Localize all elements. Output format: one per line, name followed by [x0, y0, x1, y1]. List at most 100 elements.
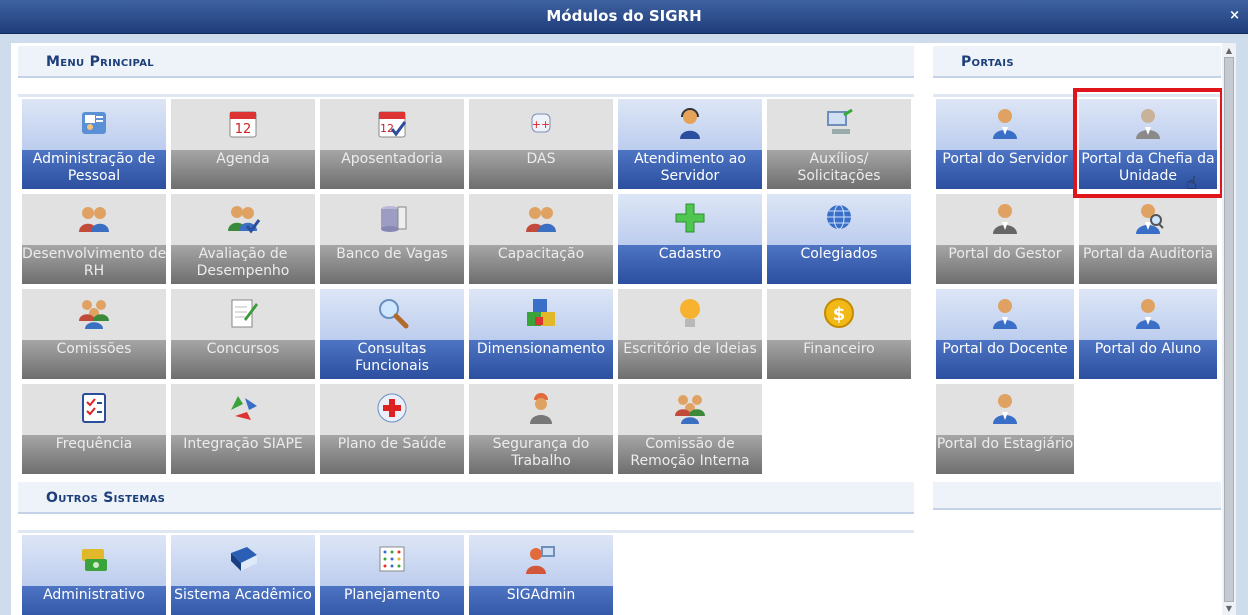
calendar-icon: 12: [225, 105, 261, 141]
tile-label-line1: DAS: [526, 151, 556, 167]
menu-principal-header: Menu Principal: [18, 46, 914, 78]
menu-principal-title: Menu Principal: [46, 54, 154, 70]
module-tile-portais-tiles-4[interactable]: Portal do Docente: [936, 289, 1074, 379]
module-tile-menu_principal-tiles-17[interactable]: $ Financeiro: [767, 289, 911, 379]
module-tile-outros_sistemas-tiles-0[interactable]: Administrativo: [22, 535, 166, 615]
tile-label: Financeiro: [767, 341, 911, 358]
scroll-up-icon[interactable]: ▲: [1224, 46, 1234, 55]
module-tile-menu_principal-tiles-14[interactable]: Consultas Funcionais: [320, 289, 464, 379]
tile-label: Dimensionamento: [469, 341, 613, 358]
module-tile-menu_principal-tiles-16[interactable]: Escritório de Ideias: [618, 289, 762, 379]
module-tile-menu_principal-tiles-1[interactable]: 12 Agenda: [171, 99, 315, 189]
close-icon[interactable]: ×: [1229, 8, 1240, 23]
module-tile-menu_principal-tiles-3[interactable]: ++ DAS: [469, 99, 613, 189]
module-tile-menu_principal-tiles-21[interactable]: Segurança do Trabalho: [469, 384, 613, 474]
tile-label: Banco de Vagas: [320, 246, 464, 263]
tile-label-line1: Atendimento ao: [634, 151, 746, 167]
tile-label-line1: Portal do Estagiário: [936, 436, 1074, 452]
module-tile-portais-tiles-2[interactable]: Portal do Gestor: [936, 194, 1074, 284]
tile-label: Plano de Saúde: [320, 436, 464, 453]
highlight-box: [1073, 88, 1222, 198]
scroll-down-icon[interactable]: ▼: [1224, 604, 1234, 613]
tile-label-line1: Desenvolvimento de: [22, 246, 166, 262]
medical-box-icon: ++: [523, 105, 559, 141]
tile-label-line2: Trabalho: [511, 453, 571, 469]
module-tile-menu_principal-tiles-20[interactable]: Plano de Saúde: [320, 384, 464, 474]
tile-label-line1: Sistema Acadêmico: [174, 587, 312, 603]
module-tile-menu_principal-tiles-0[interactable]: Administração de Pessoal: [22, 99, 166, 189]
tile-label: Consultas Funcionais: [320, 341, 464, 375]
blocks-icon: [523, 295, 559, 331]
user-blue-icon: [987, 390, 1023, 426]
module-tile-outros_sistemas-tiles-2[interactable]: Planejamento: [320, 535, 464, 615]
scrollbar-thumb[interactable]: [1224, 57, 1234, 602]
tile-label-line1: Colegiados: [800, 246, 878, 262]
module-tile-menu_principal-tiles-15[interactable]: Dimensionamento: [469, 289, 613, 379]
tile-label: Portal do Docente: [936, 341, 1074, 358]
module-tile-menu_principal-tiles-2[interactable]: 12 Aposentadoria: [320, 99, 464, 189]
tile-label-line1: Auxílios/: [809, 151, 869, 167]
users-icon: [523, 200, 559, 236]
module-tile-portais-tiles-3[interactable]: Portal da Auditoria: [1079, 194, 1217, 284]
tile-label-line1: Avaliação de: [198, 246, 288, 262]
tile-label: Portal do Gestor: [936, 246, 1074, 263]
tile-label: Segurança do Trabalho: [469, 436, 613, 470]
worker-icon: [523, 390, 559, 426]
vertical-scrollbar[interactable]: ▲ ▼: [1222, 43, 1236, 615]
module-tile-portais-tiles-5[interactable]: Portal do Aluno: [1079, 289, 1217, 379]
calendar-check-icon: 12: [374, 105, 410, 141]
tile-label-line2: Desempenho: [196, 263, 290, 279]
module-tile-menu_principal-tiles-8[interactable]: Banco de Vagas: [320, 194, 464, 284]
module-tile-menu_principal-tiles-18[interactable]: Frequência: [22, 384, 166, 474]
module-tile-menu_principal-tiles-11[interactable]: Colegiados: [767, 194, 911, 284]
tile-label-line1: Financeiro: [803, 341, 875, 357]
tile-label-line2: Pessoal: [67, 168, 121, 184]
tile-label: Agenda: [171, 151, 315, 168]
tile-label: Aposentadoria: [320, 151, 464, 168]
recycle-icon: [225, 390, 261, 426]
module-tile-menu_principal-tiles-5[interactable]: Auxílios/Solicitações: [767, 99, 911, 189]
tile-label-line2: RH: [83, 263, 105, 279]
module-tile-outros_sistemas-tiles-3[interactable]: SIGAdmin: [469, 535, 613, 615]
module-tile-menu_principal-tiles-12[interactable]: Comissões: [22, 289, 166, 379]
tile-label-line1: Banco de Vagas: [336, 246, 448, 262]
globe-icon: [821, 200, 857, 236]
computer-icon: [821, 105, 857, 141]
user-suit-icon: [987, 200, 1023, 236]
medical-cross-icon: [374, 390, 410, 426]
module-tile-menu_principal-tiles-10[interactable]: Cadastro: [618, 194, 762, 284]
module-tile-menu_principal-tiles-6[interactable]: Desenvolvimento de RH: [22, 194, 166, 284]
module-tile-menu_principal-tiles-9[interactable]: Capacitação: [469, 194, 613, 284]
tile-label-line2: Funcionais: [355, 358, 429, 374]
user-search-icon: [1130, 200, 1166, 236]
tile-label: Sistema Acadêmico: [171, 587, 315, 604]
module-tile-outros_sistemas-tiles-1[interactable]: Sistema Acadêmico: [171, 535, 315, 615]
tile-label: Planejamento: [320, 587, 464, 604]
dialog-title: Módulos do SIGRH: [546, 7, 702, 25]
tile-label-line1: Portal do Aluno: [1094, 341, 1202, 357]
tile-label: Comissão de Remoção Interna: [618, 436, 762, 470]
dialog-titlebar: Módulos do SIGRH ×: [0, 0, 1248, 34]
admin-user-icon: [523, 541, 559, 577]
tile-label-line1: Portal do Servidor: [942, 151, 1068, 167]
tile-label-line1: Portal do Gestor: [948, 246, 1062, 262]
module-tile-portais-tiles-6[interactable]: Portal do Estagiário: [936, 384, 1074, 474]
outros-sistemas-header: Outros Sistemas: [18, 482, 914, 514]
tile-label-line1: Portal da Auditoria: [1082, 246, 1214, 262]
magnifier-icon: [374, 295, 410, 331]
module-tile-portais-tiles-0[interactable]: Portal do Servidor: [936, 99, 1074, 189]
module-tile-menu_principal-tiles-13[interactable]: Concursos: [171, 289, 315, 379]
group-icon: [76, 295, 112, 331]
tile-label: Portal do Servidor: [936, 151, 1074, 168]
database-icon: [374, 200, 410, 236]
tile-label-line1: Administração de: [32, 151, 156, 167]
book-icon: [225, 541, 261, 577]
module-tile-menu_principal-tiles-4[interactable]: Atendimento ao Servidor: [618, 99, 762, 189]
module-tile-menu_principal-tiles-22[interactable]: Comissão de Remoção Interna: [618, 384, 762, 474]
tile-label: Escritório de Ideias: [618, 341, 762, 358]
tile-label: Avaliação de Desempenho: [171, 246, 315, 280]
module-tile-menu_principal-tiles-19[interactable]: Integração SIAPE: [171, 384, 315, 474]
module-tile-menu_principal-tiles-7[interactable]: Avaliação de Desempenho: [171, 194, 315, 284]
svg-text:++: ++: [532, 118, 550, 131]
user-blue-icon: [987, 105, 1023, 141]
